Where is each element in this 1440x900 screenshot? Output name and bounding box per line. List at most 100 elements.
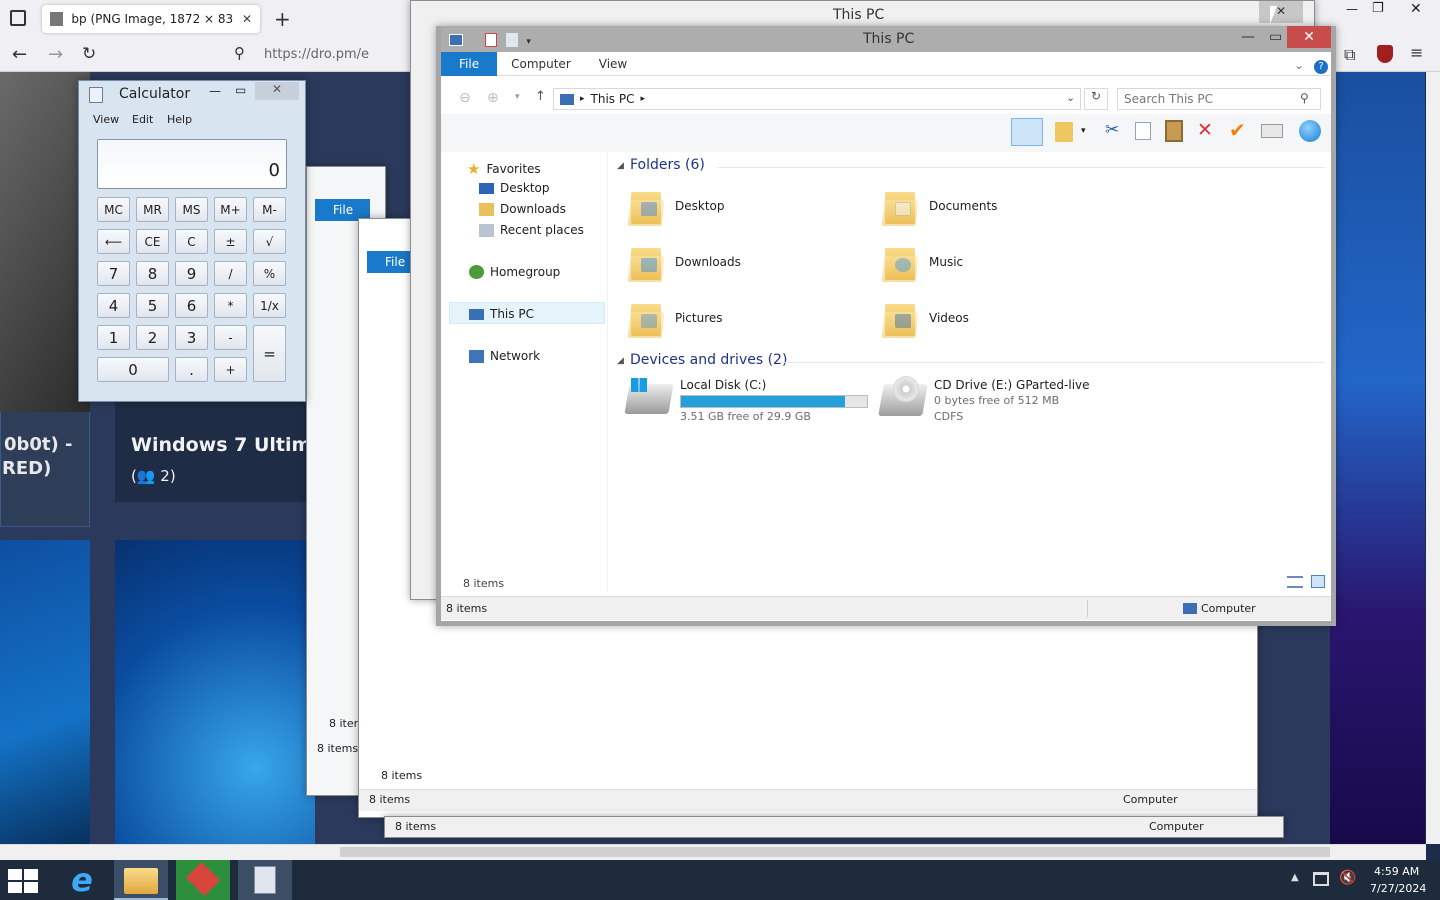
extensions-icon[interactable]: ⧉ bbox=[1344, 45, 1355, 65]
calc-percent-button[interactable]: % bbox=[253, 261, 286, 286]
file-explorer-taskbar-icon[interactable] bbox=[114, 860, 168, 900]
tab-computer[interactable]: Computer bbox=[497, 57, 585, 71]
calc-minimize-icon[interactable]: — bbox=[209, 84, 221, 98]
calc-9-button[interactable]: 9 bbox=[175, 261, 208, 286]
nav-favorites[interactable]: ★ Favorites bbox=[467, 160, 541, 178]
calc-decimal-button[interactable]: . bbox=[175, 357, 208, 382]
folders-collapse-icon[interactable]: ◢ bbox=[617, 161, 624, 171]
nav-downloads[interactable]: Downloads bbox=[479, 202, 566, 216]
tab-view[interactable]: View bbox=[585, 57, 641, 71]
refresh-icon[interactable]: ↻ bbox=[1084, 88, 1108, 110]
move-to-icon[interactable] bbox=[1261, 124, 1283, 138]
devices-collapse-icon[interactable]: ◢ bbox=[617, 356, 624, 366]
nav-network[interactable]: Network bbox=[469, 349, 540, 363]
large-icons-view-icon[interactable] bbox=[1311, 575, 1325, 588]
start-button[interactable] bbox=[8, 869, 38, 893]
calc-2-button[interactable]: 2 bbox=[136, 325, 169, 350]
calc-0-button[interactable]: 0 bbox=[97, 357, 169, 382]
globe-icon[interactable] bbox=[1299, 120, 1321, 142]
nav-forward-icon[interactable]: ⊕ bbox=[487, 90, 499, 106]
ie-taskbar-icon[interactable]: e bbox=[62, 862, 102, 898]
menu-icon[interactable]: ≡ bbox=[1410, 43, 1423, 62]
calc-3-button[interactable]: 3 bbox=[175, 325, 208, 350]
nav-recent[interactable]: Recent places bbox=[479, 223, 584, 237]
calc-6-button[interactable]: 6 bbox=[175, 293, 208, 318]
calc-menu-edit[interactable]: Edit bbox=[132, 113, 153, 126]
browser-close-icon[interactable]: ✕ bbox=[1410, 1, 1422, 17]
calc-mr-button[interactable]: MR bbox=[136, 197, 169, 222]
calc-reciprocal-button[interactable]: 1/x bbox=[253, 293, 286, 318]
calc-5-button[interactable]: 5 bbox=[136, 293, 169, 318]
cut-icon[interactable]: ✂ bbox=[1105, 120, 1119, 140]
address-bar[interactable]: ▸ This PC ▸ ⌄ bbox=[553, 88, 1081, 110]
new-tab-button[interactable]: + bbox=[274, 7, 291, 31]
drive-e[interactable]: CD Drive (E:) GParted-live 0 bytes free … bbox=[878, 376, 1121, 426]
ublock-icon[interactable] bbox=[1377, 45, 1393, 63]
gparted-taskbar-icon[interactable] bbox=[176, 860, 230, 900]
calc-close-icon[interactable]: ✕ bbox=[255, 82, 299, 100]
calc-4-button[interactable]: 4 bbox=[97, 293, 130, 318]
horizontal-scroll-thumb[interactable] bbox=[340, 847, 1330, 857]
calc-mplus-button[interactable]: M+ bbox=[214, 197, 247, 222]
properties-dropdown-icon[interactable]: ▾ bbox=[1081, 126, 1086, 136]
calc-add-button[interactable]: + bbox=[214, 357, 247, 382]
calc-menu-view[interactable]: View bbox=[93, 113, 119, 126]
forward-icon[interactable]: → bbox=[48, 44, 63, 65]
calc-menu-help[interactable]: Help bbox=[167, 113, 192, 126]
url-field[interactable]: https://dro.pm/e bbox=[264, 47, 369, 62]
calc-c-button[interactable]: C bbox=[175, 229, 208, 254]
delete-icon[interactable]: ✕ bbox=[1197, 119, 1213, 141]
calculator-taskbar-icon[interactable] bbox=[238, 860, 292, 900]
volume-muted-icon[interactable]: 🔇 bbox=[1339, 870, 1356, 886]
folders-header[interactable]: Folders (6) bbox=[630, 157, 705, 173]
tab-list-icon[interactable] bbox=[10, 10, 26, 26]
explorer-minimize-icon[interactable]: — bbox=[1241, 29, 1255, 45]
devices-header[interactable]: Devices and drives (2) bbox=[630, 352, 787, 368]
reload-icon[interactable]: ↻ bbox=[82, 44, 96, 64]
nav-this-pc[interactable]: This PC bbox=[469, 307, 534, 321]
page-scrollbar[interactable] bbox=[1426, 72, 1440, 844]
details-view-icon[interactable] bbox=[1287, 576, 1303, 588]
drive-c[interactable]: Local Disk (C:) 3.51 GB free of 29.9 GB bbox=[624, 376, 868, 423]
ribbon-expand-icon[interactable]: ⌄ bbox=[1294, 58, 1304, 72]
folder-videos[interactable]: Videos bbox=[881, 298, 969, 338]
clock-time[interactable]: 4:59 AM bbox=[1374, 865, 1419, 878]
calc-mc-button[interactable]: MC bbox=[97, 197, 130, 222]
explorer-close-icon[interactable]: ✕ bbox=[1287, 26, 1331, 48]
back3-close-icon[interactable]: ✕ bbox=[1259, 1, 1303, 23]
calc-ce-button[interactable]: CE bbox=[136, 229, 169, 254]
folder-desktop[interactable]: Desktop bbox=[627, 186, 725, 226]
browser-minimize-icon[interactable]: — bbox=[1346, 2, 1358, 16]
folder-pictures[interactable]: Pictures bbox=[627, 298, 723, 338]
tab-file[interactable]: File bbox=[441, 51, 498, 76]
calc-maximize-icon[interactable]: ▭ bbox=[235, 83, 246, 97]
calc-equals-button[interactable]: = bbox=[253, 325, 286, 382]
clock-date[interactable]: 7/27/2024 bbox=[1370, 882, 1426, 895]
folder-documents[interactable]: Documents bbox=[881, 186, 997, 226]
nav-back-icon[interactable]: ⊖ bbox=[459, 90, 471, 106]
copy-icon[interactable] bbox=[1135, 122, 1151, 140]
calc-ms-button[interactable]: MS bbox=[175, 197, 208, 222]
calc-subtract-button[interactable]: - bbox=[214, 325, 247, 350]
folder-downloads[interactable]: Downloads bbox=[627, 242, 741, 282]
preview-pane-icon[interactable] bbox=[1011, 118, 1043, 146]
nav-desktop[interactable]: Desktop bbox=[479, 181, 550, 195]
calc-backspace-button[interactable]: ⟵ bbox=[97, 229, 130, 254]
browser-restore-icon[interactable]: ❐ bbox=[1372, 1, 1384, 16]
calc-divide-button[interactable]: / bbox=[214, 261, 247, 286]
properties-icon[interactable] bbox=[485, 33, 498, 47]
rename-icon[interactable]: ✔ bbox=[1229, 118, 1246, 142]
calc-7-button[interactable]: 7 bbox=[97, 261, 130, 286]
calc-mminus-button[interactable]: M- bbox=[253, 197, 286, 222]
calc-sqrt-button[interactable]: √ bbox=[253, 229, 286, 254]
network-tray-icon[interactable] bbox=[1313, 872, 1329, 886]
folder-music[interactable]: Music bbox=[881, 242, 963, 282]
qat-dropdown-icon[interactable]: ▾ bbox=[526, 37, 531, 47]
calc-1-button[interactable]: 1 bbox=[97, 325, 130, 350]
properties-tool-icon[interactable] bbox=[1055, 122, 1073, 142]
nav-homegroup[interactable]: Homegroup bbox=[469, 265, 560, 279]
calc-multiply-button[interactable]: * bbox=[214, 293, 247, 318]
address-dropdown-icon[interactable]: ⌄ bbox=[1066, 91, 1075, 104]
new-folder-icon[interactable] bbox=[505, 33, 518, 47]
tray-expand-icon[interactable]: ▲ bbox=[1291, 872, 1299, 883]
